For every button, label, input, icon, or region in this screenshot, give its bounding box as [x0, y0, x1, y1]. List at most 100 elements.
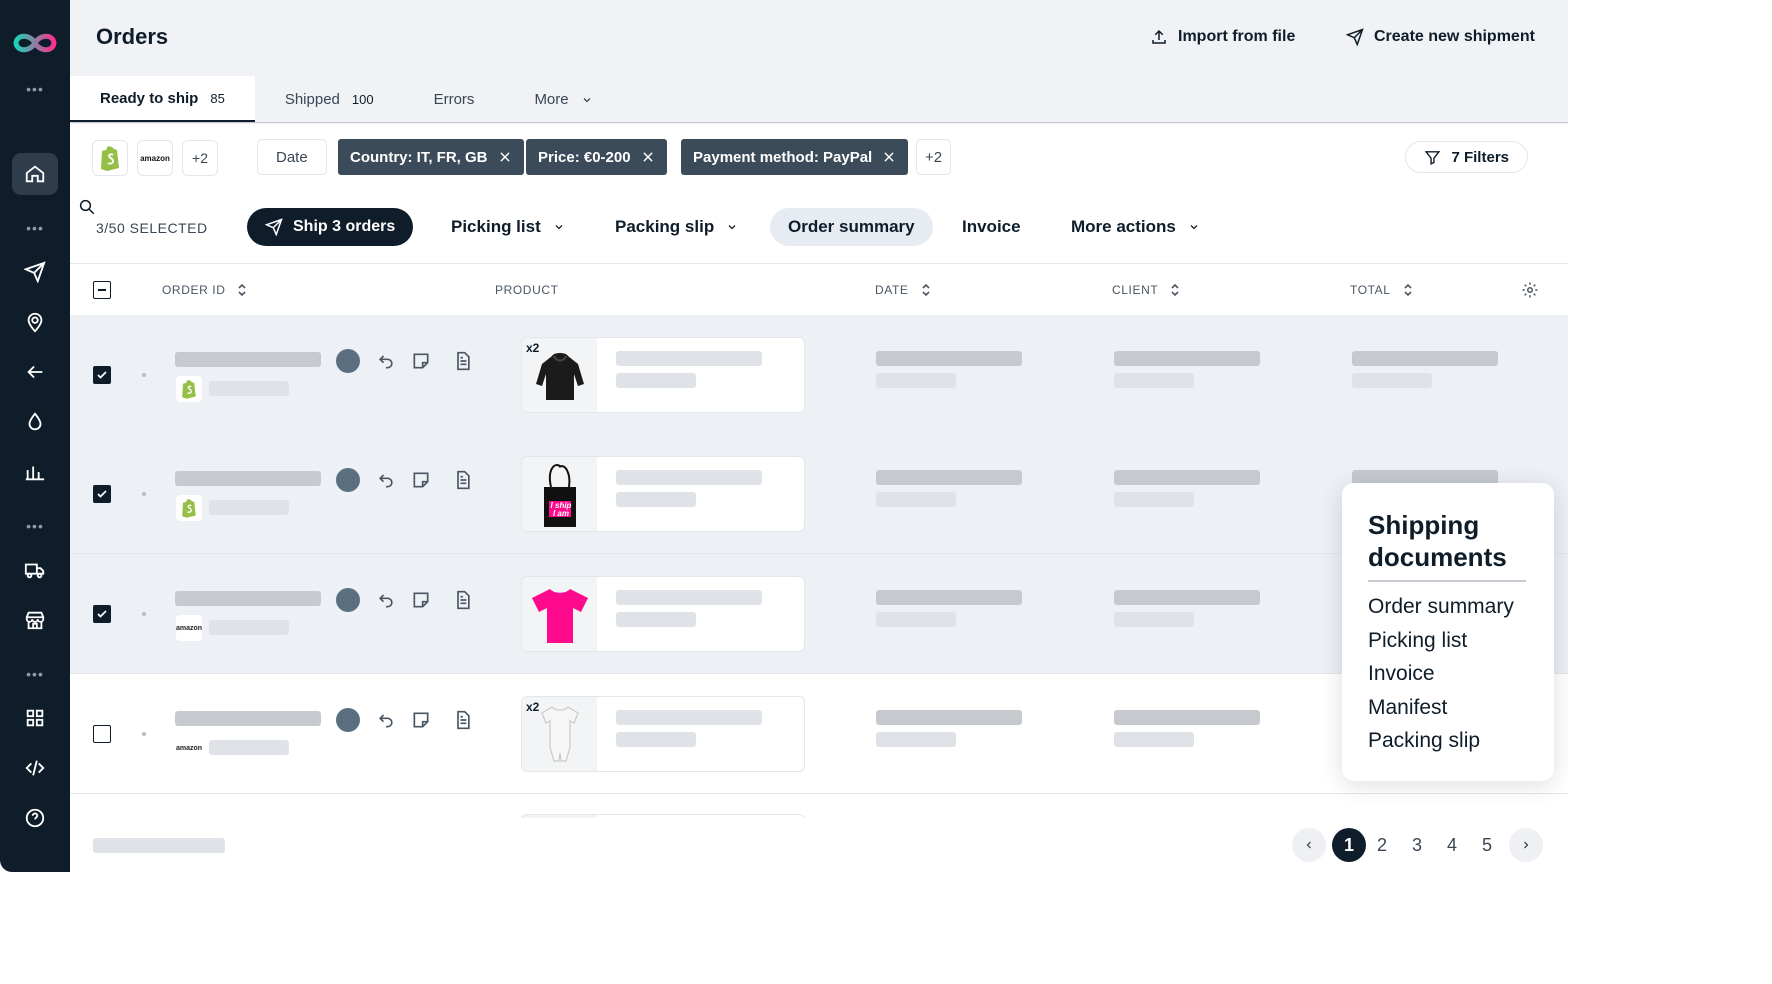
create-shipment-label: Create new shipment: [1374, 28, 1535, 45]
sidebar-item-shipments[interactable]: [12, 251, 58, 293]
avatar[interactable]: [336, 588, 360, 612]
sidebar-item-stores[interactable]: [12, 599, 58, 641]
bar-chart-icon: [25, 466, 45, 481]
invoice-button[interactable]: Invoice: [962, 208, 1021, 246]
tab-more[interactable]: More: [504, 76, 622, 123]
return-arrow-icon[interactable]: [376, 351, 396, 371]
document-icon[interactable]: [453, 710, 473, 730]
sidebar-item-tracking[interactable]: [12, 301, 58, 343]
column-date[interactable]: DATE: [875, 283, 931, 297]
row-checkbox[interactable]: [93, 725, 111, 743]
return-arrow-icon[interactable]: [376, 710, 396, 730]
product-meta-placeholder: [616, 732, 696, 747]
close-icon[interactable]: [641, 150, 655, 164]
prev-page-button[interactable]: [1292, 828, 1326, 862]
product-image: x2: [522, 338, 597, 412]
selected-count: 3/50 SELECTED: [96, 220, 208, 236]
avatar[interactable]: [336, 708, 360, 732]
chip-label: Payment method: PayPal: [693, 148, 873, 166]
product-card[interactable]: x2: [521, 696, 805, 772]
sidebar-item-returns[interactable]: [12, 351, 58, 393]
date-placeholder: [876, 470, 1022, 485]
divider: [70, 122, 1568, 123]
more-dots-icon[interactable]: •••: [0, 82, 70, 96]
date-filter[interactable]: Date: [257, 139, 327, 175]
product-card[interactable]: I ship I am: [521, 456, 805, 532]
store-filter-more[interactable]: +2: [182, 140, 218, 176]
filters-more-chip[interactable]: +2: [916, 139, 952, 175]
menu-item-picking-list[interactable]: Picking list: [1368, 629, 1467, 653]
settings-gear-icon[interactable]: [1521, 281, 1539, 299]
order-summary-button[interactable]: Order summary: [770, 208, 933, 246]
page-button-1[interactable]: 1: [1332, 828, 1366, 862]
sidebar-item-help[interactable]: [12, 797, 58, 839]
filters-button[interactable]: 7 Filters: [1405, 141, 1528, 173]
menu-item-manifest[interactable]: Manifest: [1368, 696, 1447, 720]
note-icon[interactable]: [411, 470, 431, 490]
column-client[interactable]: CLIENT: [1112, 283, 1180, 297]
return-arrow-icon[interactable]: [376, 590, 396, 610]
time-placeholder: [876, 732, 956, 747]
shopify-logo-icon: [182, 499, 196, 518]
row-checkbox[interactable]: [93, 485, 111, 503]
document-icon[interactable]: [453, 590, 473, 610]
sidebar-item-branding[interactable]: [12, 401, 58, 443]
column-total[interactable]: TOTAL: [1350, 283, 1413, 297]
search-icon[interactable]: [78, 198, 96, 216]
chevron-down-icon: [1190, 225, 1198, 230]
column-order-id[interactable]: ORDER ID: [162, 283, 247, 297]
tab-ready-to-ship[interactable]: Ready to ship 85: [70, 76, 255, 123]
sidebar-item-carriers[interactable]: [12, 549, 58, 591]
product-card[interactable]: [521, 576, 805, 652]
return-arrow-icon[interactable]: [376, 470, 396, 490]
row-checkbox[interactable]: [93, 366, 111, 384]
note-icon[interactable]: [411, 590, 431, 610]
picking-list-dropdown[interactable]: Picking list: [451, 208, 565, 246]
close-icon[interactable]: [882, 150, 896, 164]
more-dots-icon[interactable]: •••: [0, 221, 70, 235]
import-button[interactable]: Import from file: [1150, 28, 1295, 46]
tab-shipped[interactable]: Shipped 100: [255, 76, 404, 123]
sidebar-item-apps[interactable]: [12, 697, 58, 739]
note-icon[interactable]: [411, 351, 431, 371]
page-button-2[interactable]: 2: [1365, 828, 1399, 862]
store-filter-amazon[interactable]: amazon: [137, 140, 173, 176]
tab-errors[interactable]: Errors: [404, 76, 505, 123]
bulk-action-bar: 3/50 SELECTED Ship 3 orders Picking list…: [70, 192, 1568, 264]
sidebar-item-home[interactable]: [12, 153, 58, 195]
status-dot: [142, 492, 146, 496]
country-filter-chip[interactable]: Country: IT, FR, GB: [338, 139, 524, 175]
menu-item-order-summary[interactable]: Order summary: [1368, 595, 1514, 619]
next-page-button[interactable]: [1509, 828, 1543, 862]
brand-logo-icon[interactable]: [10, 26, 60, 60]
document-icon[interactable]: [453, 351, 473, 371]
filters-button-label: 7 Filters: [1451, 148, 1509, 166]
page-button-5[interactable]: 5: [1470, 828, 1504, 862]
create-shipment-button[interactable]: Create new shipment: [1346, 28, 1535, 46]
payment-filter-chip[interactable]: Payment method: PayPal: [681, 139, 909, 175]
note-icon[interactable]: [411, 710, 431, 730]
store-filter-shopify[interactable]: [92, 140, 128, 176]
table-row[interactable]: x2: [70, 315, 1568, 435]
select-all-checkbox[interactable]: [93, 281, 111, 299]
page-button-4[interactable]: 4: [1435, 828, 1469, 862]
more-dots-icon[interactable]: •••: [0, 519, 70, 533]
menu-item-invoice[interactable]: Invoice: [1368, 662, 1435, 686]
more-actions-dropdown[interactable]: More actions: [1071, 208, 1200, 246]
avatar[interactable]: [336, 349, 360, 373]
close-icon[interactable]: [498, 150, 512, 164]
row-checkbox[interactable]: [93, 605, 111, 623]
document-icon[interactable]: [453, 470, 473, 490]
avatar[interactable]: [336, 468, 360, 492]
sidebar-item-developers[interactable]: [12, 747, 58, 789]
tab-label: Shipped: [284, 91, 340, 108]
more-dots-icon[interactable]: •••: [0, 667, 70, 681]
packing-slip-dropdown[interactable]: Packing slip: [615, 208, 738, 246]
menu-item-packing-slip[interactable]: Packing slip: [1368, 729, 1480, 753]
page-button-3[interactable]: 3: [1400, 828, 1434, 862]
product-card[interactable]: x2: [521, 337, 805, 413]
column-label: CLIENT: [1112, 283, 1159, 297]
sidebar-item-analytics[interactable]: [12, 451, 58, 493]
price-filter-chip[interactable]: Price: €0-200: [526, 139, 667, 175]
ship-orders-button[interactable]: Ship 3 orders: [247, 208, 414, 246]
